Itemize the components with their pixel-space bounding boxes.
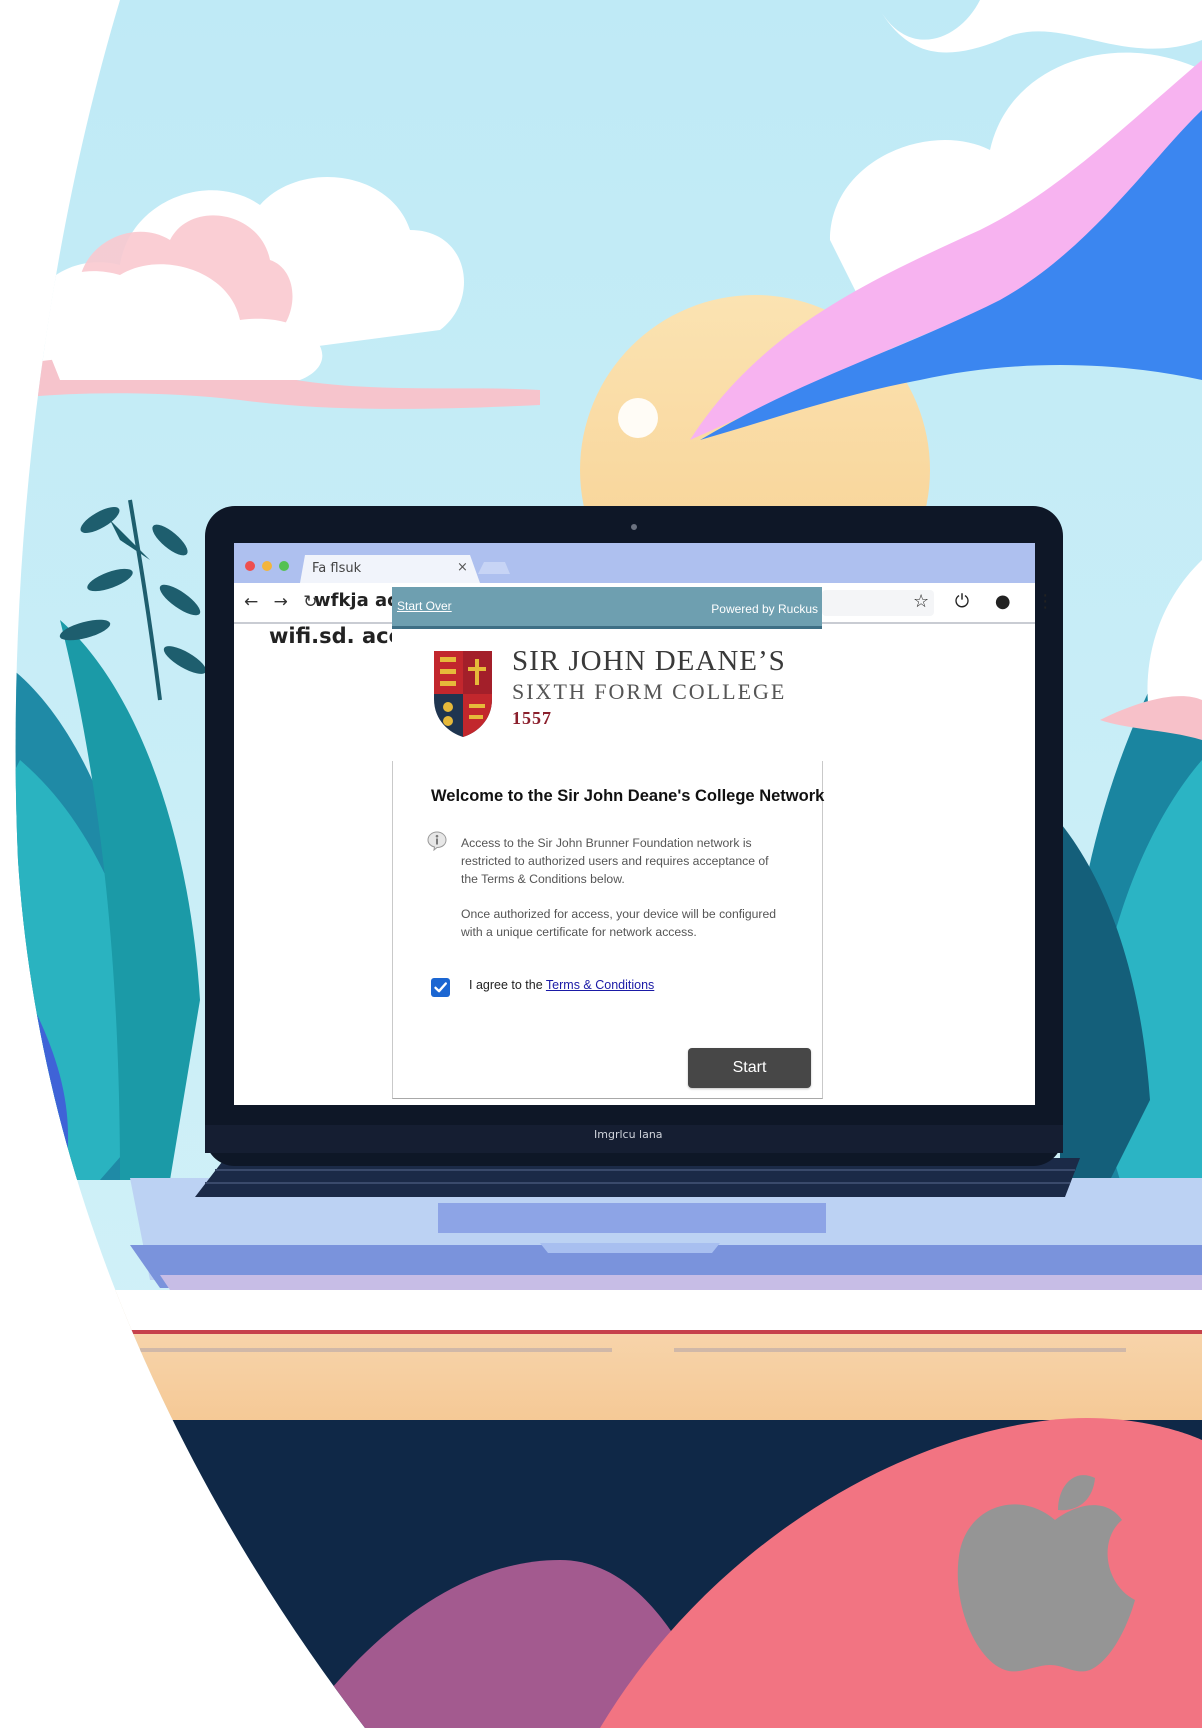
college-name-line1: SIR JOHN DEANE’S — [512, 645, 786, 677]
browser-toolbar-icons[interactable]: ☆ ⏻ ● ⋮ — [913, 591, 1064, 612]
college-crest-icon — [434, 651, 492, 737]
agree-prefix: I agree to the — [469, 978, 546, 992]
portal-content: Welcome to the Sir John Deane's College … — [392, 761, 825, 1099]
url-bar-text[interactable]: wfkja ac — [314, 590, 398, 611]
laptop-bezel-label: Imgrlcu lana — [594, 1128, 663, 1141]
powered-by-text: Powered by Ruckus — [711, 602, 818, 616]
browser-tab-title[interactable]: Fa flsuk — [312, 561, 361, 576]
checkmark-icon — [434, 982, 447, 993]
terms-conditions-link[interactable]: Terms & Conditions — [546, 978, 654, 992]
agree-label: I agree to the Terms & Conditions — [469, 978, 654, 992]
start-button[interactable]: Start — [688, 1048, 811, 1088]
tab-close-icon[interactable]: × — [457, 560, 468, 575]
trackpad — [438, 1203, 826, 1233]
college-logo: SIR JOHN DEANE’S SIXTH FORM COLLEGE 1557 — [392, 629, 822, 747]
portal-header-bar: Start Over Powered by Ruckus — [392, 587, 822, 629]
info-icon — [427, 831, 447, 851]
college-name-line2: SIXTH FORM COLLEGE — [512, 679, 787, 704]
certificate-info-text: Once authorized for access, your device … — [461, 907, 777, 939]
url-overlay-text: wifi.sd. acc — [269, 624, 402, 648]
captive-portal: Start Over Powered by Ruckus SIR JOHN DE… — [392, 587, 825, 1099]
browser-nav-icons[interactable]: ← → ↻ — [244, 592, 323, 612]
start-over-link[interactable]: Start Over — [397, 599, 452, 613]
welcome-heading: Welcome to the Sir John Deane's College … — [431, 787, 825, 805]
access-info-text: Access to the Sir John Brunner Foundatio… — [461, 836, 769, 886]
college-founded-year: 1557 — [512, 708, 552, 728]
agree-checkbox[interactable] — [431, 978, 450, 997]
